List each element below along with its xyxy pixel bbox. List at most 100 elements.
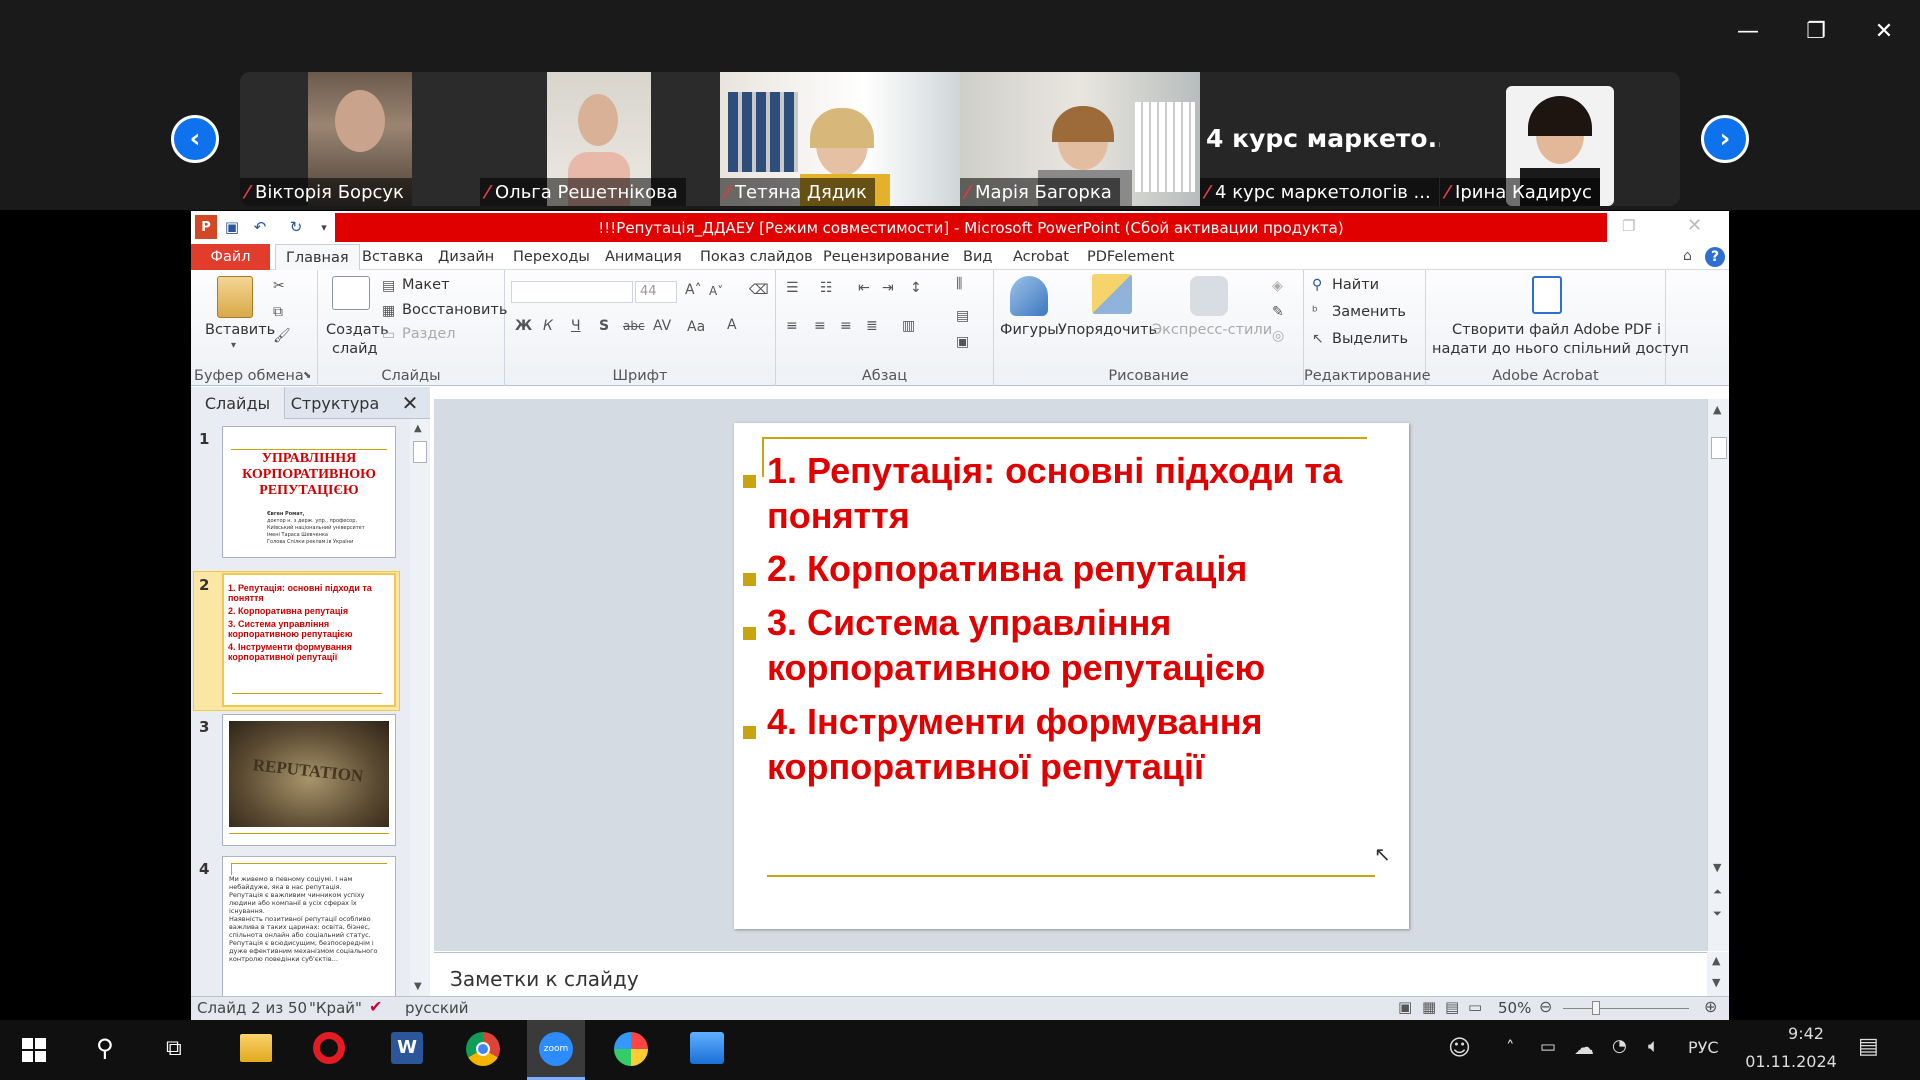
wifi-icon[interactable]: ◔ (1612, 1036, 1627, 1056)
strike-button[interactable]: abc (623, 319, 645, 333)
battery-icon[interactable]: ▭ (1540, 1037, 1556, 1057)
zoom-level[interactable]: 50% (1498, 999, 1531, 1017)
windows-start-icon[interactable] (22, 1038, 46, 1062)
close-pane-icon[interactable]: ✕ (395, 387, 425, 419)
scroll-down-icon[interactable]: ▼ (414, 981, 422, 992)
dialog-launcher-icon[interactable]: ⬊ (303, 370, 311, 381)
reset-button[interactable]: Восстановить (402, 302, 507, 318)
notes-pane[interactable]: Заметки к слайду (434, 952, 1707, 996)
help-icon[interactable]: ? (1705, 247, 1725, 267)
sorter-view-icon[interactable]: ▦ (1422, 998, 1436, 1016)
find-button[interactable]: Найти (1332, 277, 1379, 293)
show-hidden-icons-icon[interactable]: ˄ (1506, 1038, 1515, 1058)
tab-review[interactable]: Рецензирование (823, 244, 949, 270)
text-direction-icon[interactable]: ⫼ (956, 276, 962, 292)
reading-view-icon[interactable]: ▤ (1445, 998, 1459, 1016)
quick-styles-icon[interactable] (1190, 276, 1228, 316)
arrange-icon[interactable] (1092, 274, 1132, 314)
increase-indent-icon[interactable]: ⇥ (882, 280, 894, 296)
shape-fill-icon[interactable]: ◈ (1272, 278, 1283, 294)
previous-slide-icon[interactable]: ⏶ (1713, 885, 1722, 899)
grow-font-icon[interactable]: A˄ (685, 282, 702, 298)
align-right-icon[interactable]: ≡ (840, 318, 852, 334)
decrease-indent-icon[interactable]: ⇤ (858, 280, 870, 296)
task-view-icon[interactable]: ⧉ (166, 1036, 182, 1061)
photos-icon[interactable] (690, 1032, 724, 1064)
shape-outline-icon[interactable]: ✎ (1272, 304, 1284, 320)
participant-tile[interactable]: ⁄ Тетяна Дядик (720, 72, 960, 206)
new-slide-icon[interactable] (332, 276, 370, 310)
tab-file[interactable]: Файл (191, 244, 270, 270)
slide-thumbnail[interactable]: Ми живемо в певному соціумі. І нам небай… (222, 856, 396, 997)
opera-icon[interactable] (313, 1032, 345, 1064)
prev-page-button[interactable]: ‹ (171, 115, 219, 163)
format-painter-icon[interactable]: 🖌 (273, 328, 291, 344)
align-center-icon[interactable]: ≡ (814, 318, 826, 334)
customize-toolbar-icon[interactable]: ▾ (313, 215, 335, 239)
new-slide-button[interactable]: Создать (326, 322, 389, 338)
scroll-down-icon[interactable]: ▼ (1712, 976, 1720, 989)
redo-icon[interactable]: ↻ (285, 215, 307, 239)
restore-button[interactable]: ❐ (1788, 10, 1844, 52)
volume-icon[interactable]: 🔈︎ (1648, 1035, 1659, 1057)
chrome-icon[interactable] (466, 1032, 500, 1066)
theme-name[interactable]: "Край" (309, 999, 362, 1017)
next-page-button[interactable]: › (1701, 115, 1749, 163)
tab-insert[interactable]: Вставка (362, 244, 423, 270)
replace-button[interactable]: Заменить (1332, 304, 1406, 320)
smartart-icon[interactable]: ▣ (956, 334, 969, 350)
slide-item-3[interactable]: 3. Система управління корпоративною репут… (767, 600, 1265, 690)
clock-time[interactable]: 9:42 (1766, 1024, 1846, 1043)
layout-button[interactable]: Макет (402, 277, 450, 293)
minimize-ribbon-icon[interactable]: ⌂ (1683, 248, 1692, 264)
file-explorer-icon[interactable] (240, 1034, 272, 1062)
shrink-font-icon[interactable]: A˅ (709, 284, 723, 298)
close-icon[interactable]: ✕ (1687, 215, 1702, 236)
powerpoint-icon[interactable]: P (195, 215, 217, 239)
participant-tile[interactable]: ⁄ Вікторія Борсук (240, 72, 480, 206)
font-name-box[interactable] (511, 281, 633, 303)
zoom-out-icon[interactable]: ⊖ (1539, 997, 1552, 1016)
tab-home[interactable]: Главная (275, 244, 360, 270)
arrange-button[interactable]: Упорядочить (1058, 322, 1157, 338)
input-language[interactable]: РУС (1688, 1038, 1719, 1057)
font-color-button[interactable]: A (727, 317, 737, 333)
underline-button[interactable]: Ч (571, 318, 581, 334)
tab-slides[interactable]: Слайды (191, 387, 285, 419)
copy-icon[interactable]: ⧉ (273, 304, 283, 320)
spellcheck-icon[interactable]: ✔ (369, 997, 382, 1016)
scroll-down-icon[interactable]: ▼ (1713, 861, 1721, 874)
create-pdf-icon[interactable] (1532, 276, 1562, 314)
align-text-icon[interactable]: ▤ (956, 308, 969, 324)
slide-thumbnail[interactable]: 1. Репутація: основні підходи та поняття… (222, 573, 396, 707)
participant-tile[interactable]: 4 курс маркето... ⁄ 4 курс маркетологів .… (1200, 72, 1440, 206)
thumbnails-scrollbar[interactable]: ▲ ▼ (410, 419, 430, 997)
shapes-button[interactable]: Фигуры (1000, 322, 1059, 338)
paint-icon[interactable] (614, 1032, 648, 1066)
slide-thumbnail[interactable]: REPUTATION (222, 714, 396, 846)
scroll-thumb[interactable] (413, 441, 427, 463)
language[interactable]: русский (405, 999, 468, 1017)
paste-icon[interactable] (217, 276, 253, 318)
word-icon[interactable]: W (391, 1032, 423, 1064)
save-icon[interactable]: ▣ (221, 215, 243, 239)
paste-dropdown-icon[interactable]: ▾ (231, 340, 236, 351)
zoom-slider-thumb[interactable] (1592, 1001, 1600, 1015)
tab-design[interactable]: Дизайн (438, 244, 494, 270)
current-slide[interactable]: 1. Репутація: основні підходи та поняття … (734, 423, 1409, 929)
bold-button[interactable]: Ж (515, 318, 532, 334)
columns-icon[interactable]: ▥ (902, 318, 915, 334)
line-spacing-icon[interactable]: ↕ (910, 280, 922, 296)
tab-pdfelement[interactable]: PDFelement (1087, 244, 1174, 270)
cut-icon[interactable]: ✂ (273, 278, 285, 294)
create-pdf-button-line2[interactable]: надати до нього спільний доступ (1432, 341, 1689, 357)
slide-item-4[interactable]: 4. Інструменти формування корпоративної р… (767, 699, 1263, 789)
slideshow-view-icon[interactable]: ▭ (1468, 998, 1482, 1016)
tab-slideshow[interactable]: Показ слайдов (700, 244, 813, 270)
case-button[interactable]: Aa (687, 319, 705, 335)
shadow-button[interactable]: S (599, 318, 609, 334)
align-left-icon[interactable]: ≡ (786, 318, 798, 334)
clear-format-icon[interactable]: ⌫ (749, 282, 769, 298)
scroll-up-icon[interactable]: ▲ (1713, 403, 1721, 416)
bullets-icon[interactable]: ☰ (786, 280, 799, 296)
